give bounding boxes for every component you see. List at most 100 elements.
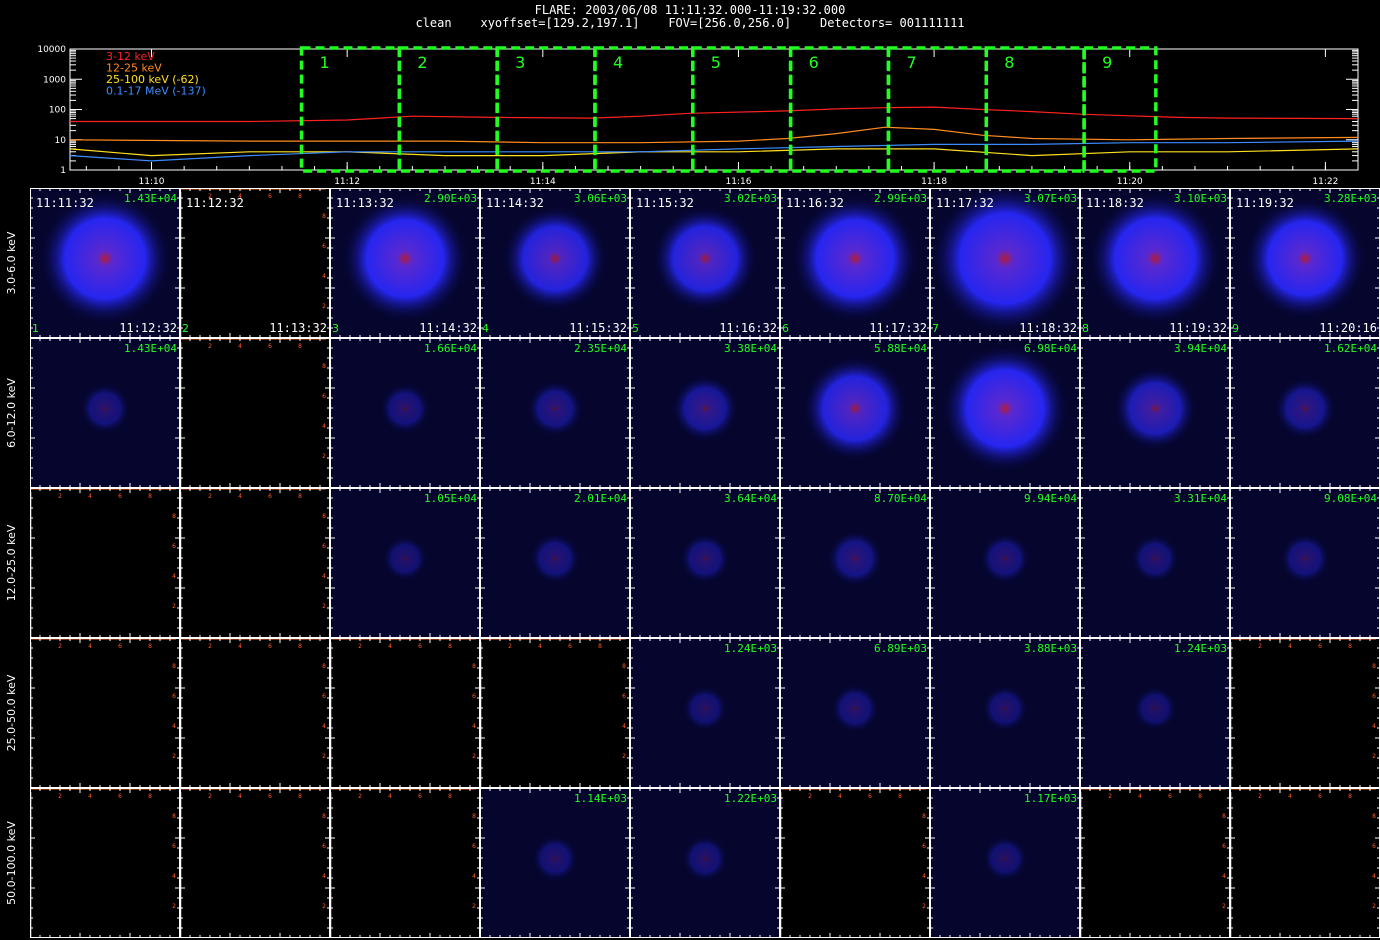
empty-axis-label: 6 [322,693,326,700]
empty-axis-label: 4 [88,793,92,800]
empty-axis-label: 6 [268,643,272,650]
empty-axis-label: 8 [298,193,302,200]
image-cell: 2 2 4 4 6 6 8 8 [1080,788,1230,938]
empty-axis-label: 2 [472,753,476,760]
interval-start-time: 11:19:32 [1236,196,1294,210]
source-blob [1132,686,1178,731]
empty-axis-label: 8 [172,663,176,670]
empty-axis-label: 2 [172,903,176,910]
empty-axis-label: 4 [172,873,176,880]
empty-image [330,638,480,788]
peak-value-label: 3.10E+03 [1174,192,1227,205]
empty-axis-label: 2 [1222,903,1226,910]
source-blob [652,205,758,312]
empty-image [30,788,180,938]
empty-axis-label: 8 [472,663,476,670]
empty-axis-label: 2 [58,493,62,500]
interval-end-time: 11:18:32 [1019,321,1077,335]
energy-band-label: 50.0-100.0 keV [5,821,18,905]
empty-axis-label: 2 [322,753,326,760]
empty-axis-label: 2 [172,603,176,610]
empty-axis-label: 4 [238,643,242,650]
source-blob [791,194,919,323]
peak-value-label: 1.24E+03 [724,642,777,655]
peak-value-label: 3.94E+04 [1174,342,1227,355]
source-blob [671,374,739,443]
empty-axis-label: 6 [118,643,122,650]
interval-start-time: 11:17:32 [936,196,994,210]
empty-axis-label: 2 [472,903,476,910]
image-cell: 1.05E+04 [330,488,480,638]
image-cell: 3.88E+03 [930,638,1080,788]
image-cell: 3.10E+03 11:18:32 11:19:32 8 [1080,188,1230,338]
empty-axis-label: 6 [868,793,872,800]
image-cell: 1.17E+03 [930,788,1080,938]
source-blob [830,684,880,733]
peak-value-label: 1.22E+03 [724,792,777,805]
empty-axis-label: 6 [1372,693,1376,700]
empty-image [180,188,330,338]
empty-axis-label: 8 [322,663,326,670]
empty-axis-label: 2 [1258,643,1262,650]
image-cell: 1.24E+03 [630,638,780,788]
empty-axis-label: 4 [388,643,392,650]
peak-value-label: 9.08E+04 [1324,492,1377,505]
empty-axis-label: 2 [58,793,62,800]
empty-axis-label: 4 [1372,873,1376,880]
energy-band-label: 25.0-50.0 keV [5,674,18,751]
empty-axis-label: 4 [88,643,92,650]
source-blob [526,380,584,437]
peak-value-label: 3.88E+03 [1024,642,1077,655]
empty-image [330,788,480,938]
peak-value-label: 6.89E+03 [874,642,927,655]
peak-value-label: 3.64E+04 [724,492,777,505]
empty-axis-label: 4 [1222,873,1226,880]
interval-start-time: 11:16:32 [786,196,844,210]
energy-band-label: 3.0-6.0 keV [5,231,18,294]
interval-end-time: 11:17:32 [869,321,927,335]
empty-axis-label: 6 [268,493,272,500]
empty-axis-label: 4 [322,723,326,730]
empty-axis-label: 6 [322,543,326,550]
interval-index: 3 [332,322,339,335]
image-cell: 2.35E+04 [480,338,630,488]
empty-axis-label: 2 [358,793,362,800]
empty-axis-label: 4 [172,573,176,580]
empty-axis-label: 2 [1372,903,1376,910]
source-blob [1088,191,1222,326]
interval-start-time: 11:18:32 [1086,196,1144,210]
interval-index: 4 [482,322,489,335]
peak-value-label: 6.98E+04 [1024,342,1077,355]
empty-axis-label: 6 [172,543,176,550]
image-cell: 1.22E+03 [630,788,780,938]
interval-end-time: 11:16:32 [719,321,777,335]
empty-image [780,788,930,938]
empty-axis-label: 8 [622,663,626,670]
empty-axis-label: 6 [172,693,176,700]
empty-axis-label: 6 [118,793,122,800]
empty-axis-label: 6 [322,243,326,250]
image-cell: 2244668811:12:3211:13:322 [180,188,330,338]
image-cell: 2 2 4 4 6 6 8 8 [30,488,180,638]
empty-axis-label: 8 [322,213,326,220]
empty-axis-label: 6 [418,643,422,650]
empty-axis-label: 6 [172,843,176,850]
source-blob [341,194,469,323]
source-blob [1130,534,1180,583]
image-cell: 2 2 4 4 6 6 8 8 [1230,638,1380,788]
empty-image [180,788,330,938]
source-blob [382,535,428,582]
empty-axis-label: 6 [472,843,476,850]
empty-axis-label: 6 [1318,643,1322,650]
empty-axis-label: 8 [1198,793,1202,800]
peak-value-label: 3.38E+04 [724,342,777,355]
interval-start-time: 11:15:32 [636,196,694,210]
empty-axis-label: 6 [472,693,476,700]
source-blob [679,533,731,584]
empty-axis-label: 2 [922,903,926,910]
empty-axis-label: 6 [268,343,272,350]
energy-band-label: 12.0-25.0 keV [5,524,18,601]
image-cell: 6.98E+04 [930,338,1080,488]
empty-axis-label: 2 [208,343,212,350]
interval-index: 2 [182,322,189,335]
